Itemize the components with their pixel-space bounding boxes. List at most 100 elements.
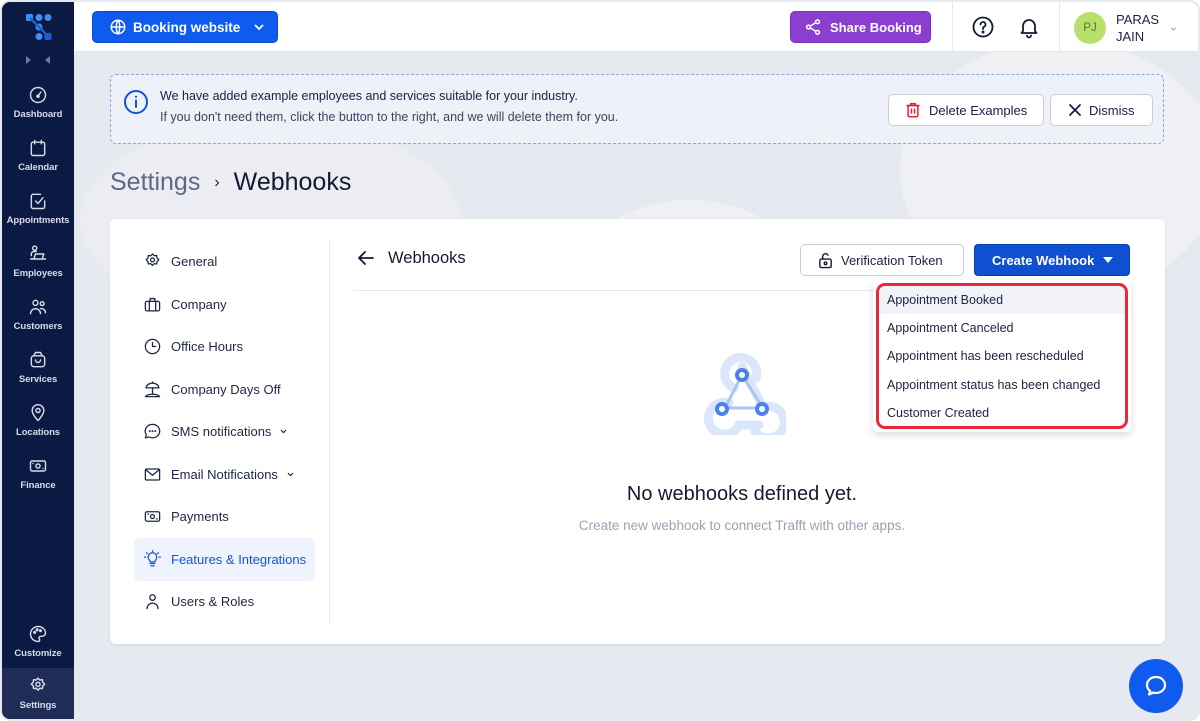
- users-icon: [29, 299, 47, 314]
- caret-left-icon: [45, 56, 50, 64]
- nav-item-calendar[interactable]: Calendar: [2, 129, 74, 181]
- menu-label: Payments: [171, 509, 229, 524]
- chat-launcher-button[interactable]: [1129, 659, 1183, 713]
- breadcrumb-separator: ›: [214, 173, 220, 191]
- trafft-logo-icon[interactable]: [24, 12, 54, 42]
- avatar: PJ: [1074, 12, 1106, 44]
- basket-icon: [30, 351, 46, 367]
- lightbulb-icon: [143, 550, 162, 567]
- nav-item-appointments[interactable]: Appointments: [2, 182, 74, 234]
- chevron-down-icon: [1170, 27, 1177, 31]
- booking-website-label: Booking website: [133, 19, 241, 35]
- user-icon: [146, 594, 159, 610]
- nav-label: Services: [18, 373, 58, 385]
- panel-title: Webhooks: [388, 248, 466, 267]
- delete-examples-button[interactable]: Delete Examples: [888, 94, 1044, 126]
- palette-icon: [29, 625, 47, 642]
- nav-item-settings[interactable]: Settings: [2, 668, 74, 719]
- empty-state-subtitle: Create new webhook to connect Trafft wit…: [578, 518, 906, 533]
- create-webhook-label: Create Webhook: [992, 252, 1095, 268]
- settings-menu-users-roles[interactable]: Users & Roles: [134, 580, 315, 623]
- dismiss-label: Dismiss: [1089, 102, 1135, 118]
- banknote-icon: [144, 511, 161, 522]
- globe-icon: [110, 19, 126, 35]
- nav-item-customers[interactable]: Customers: [2, 288, 74, 340]
- breadcrumb-settings-link[interactable]: Settings: [110, 168, 200, 197]
- webhook-option-appointment-status-changed[interactable]: Appointment status has been changed: [879, 371, 1125, 399]
- chevron-down-icon: [254, 24, 264, 31]
- share-icon: [805, 19, 821, 35]
- divider: [329, 239, 330, 623]
- menu-label: Email Notifications: [171, 467, 278, 482]
- chevron-down-icon: [287, 472, 294, 477]
- collapse-sidebar-toggle[interactable]: [26, 54, 50, 66]
- chat-bubble-icon: [144, 423, 161, 439]
- checkbox-icon: [30, 193, 46, 209]
- menu-label: Company: [171, 297, 227, 312]
- verification-token-button[interactable]: Verification Token: [800, 244, 964, 276]
- settings-menu-office-hours[interactable]: Office Hours: [134, 325, 315, 368]
- nav-label: Customize: [14, 647, 62, 659]
- banner-submessage: If you don't need them, click the button…: [160, 110, 619, 124]
- question-circle-icon: [972, 16, 994, 38]
- settings-menu-company[interactable]: Company: [134, 283, 315, 326]
- envelope-icon: [144, 468, 161, 481]
- clock-icon: [144, 338, 161, 355]
- nav-item-locations[interactable]: Locations: [2, 394, 74, 446]
- info-icon: [124, 90, 148, 114]
- arrow-left-icon[interactable]: [356, 248, 376, 268]
- settings-menu-features-integrations[interactable]: Features & Integrations: [134, 538, 315, 581]
- webhook-option-appointment-booked[interactable]: Appointment Booked: [879, 286, 1125, 314]
- menu-label: Users & Roles: [171, 594, 255, 609]
- divider: [952, 2, 953, 52]
- menu-label: Company Days Off: [171, 382, 281, 397]
- notifications-button[interactable]: [1017, 15, 1041, 39]
- webhook-option-appointment-rescheduled[interactable]: Appointment has been rescheduled: [879, 342, 1125, 370]
- nav-item-employees[interactable]: Employees: [2, 235, 74, 287]
- create-webhook-dropdown[interactable]: Create Webhook: [974, 244, 1130, 276]
- nav-label: Dashboard: [13, 108, 63, 120]
- nav-item-customize[interactable]: Customize: [2, 615, 74, 667]
- gauge-icon: [29, 86, 47, 103]
- webhook-option-appointment-canceled[interactable]: Appointment Canceled: [879, 314, 1125, 342]
- employee-desk-icon: [29, 244, 47, 260]
- nav-label: Customers: [13, 320, 63, 332]
- settings-menu-general[interactable]: General: [134, 240, 315, 283]
- top-bar: Booking website Share Booking PJ PARAS J…: [74, 2, 1198, 52]
- settings-menu-payments[interactable]: Payments: [134, 495, 315, 538]
- caret-down-icon: [1103, 257, 1114, 263]
- settings-menu-company-days-off[interactable]: Company Days Off: [134, 368, 315, 411]
- caret-right-icon: [26, 56, 31, 64]
- webhook-option-customer-created[interactable]: Customer Created: [879, 399, 1125, 427]
- menu-label: SMS notifications: [171, 424, 272, 439]
- user-menu[interactable]: PJ PARAS JAIN: [1074, 8, 1194, 48]
- trash-icon: [906, 102, 920, 118]
- app-window: Dashboard Calendar Appointments Employee…: [0, 0, 1200, 721]
- chevron-down-icon: [281, 429, 287, 434]
- menu-label: Office Hours: [171, 339, 244, 354]
- settings-menu-email-notifications[interactable]: Email Notifications: [134, 453, 315, 496]
- nav-label: Finance: [20, 479, 56, 491]
- gear-icon: [30, 677, 46, 691]
- beach-umbrella-icon: [144, 381, 161, 398]
- nav-item-dashboard[interactable]: Dashboard: [2, 76, 74, 128]
- share-booking-button[interactable]: Share Booking: [790, 11, 931, 43]
- share-booking-label: Share Booking: [830, 19, 922, 35]
- close-icon: [1069, 104, 1081, 116]
- nav-item-finance[interactable]: Finance: [2, 447, 74, 499]
- nav-item-services[interactable]: Services: [2, 341, 74, 393]
- delete-examples-label: Delete Examples: [929, 102, 1028, 118]
- chat-icon: [1145, 675, 1167, 696]
- nav-label: Locations: [16, 426, 60, 438]
- help-button[interactable]: [971, 15, 995, 39]
- breadcrumb: Settings › Webhooks: [110, 168, 351, 197]
- verification-token-label: Verification Token: [841, 252, 943, 268]
- booking-website-dropdown[interactable]: Booking website: [92, 11, 278, 43]
- user-name: PARAS JAIN: [1116, 12, 1160, 44]
- menu-label: Features & Integrations: [171, 552, 307, 567]
- nav-label: Employees: [13, 267, 63, 279]
- settings-menu-sms-notifications[interactable]: SMS notifications: [134, 410, 315, 453]
- divider: [1059, 2, 1060, 52]
- dismiss-button[interactable]: Dismiss: [1050, 94, 1153, 126]
- nav-label: Appointments: [6, 214, 70, 226]
